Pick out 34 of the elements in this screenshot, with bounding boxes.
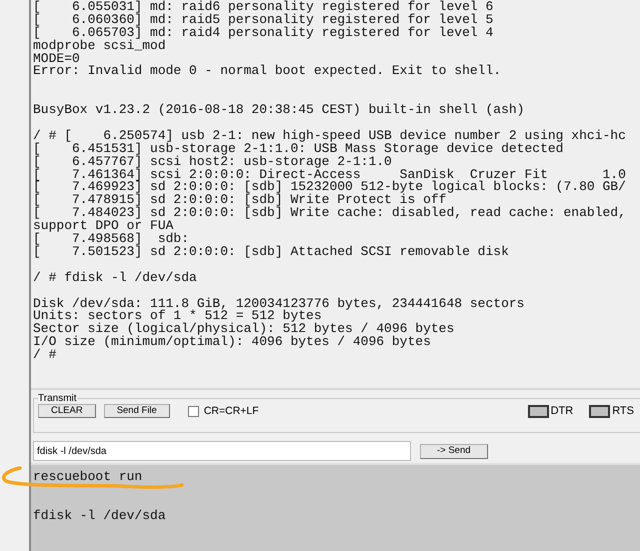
terminal-line: support DPO or FUA: [33, 220, 174, 234]
terminal-line: [ 7.498568] sdb:: [33, 233, 190, 246]
terminal-line: Disk /dev/sda: 111.8 GiB, 120034123776 bytes, 234441648 sectors: [33, 298, 526, 310]
terminal-line: / # [ 6.250574] usb 2-1: new high-speed USB device number 2 using xhci-hc: [33, 130, 627, 143]
checkbox[interactable]: [188, 406, 199, 416]
terminal-line: [ 6.065703] md: raid4 personality registered for level 4: [33, 26, 494, 40]
checkbox-label: CR=CR+LF: [204, 405, 259, 417]
command-field[interactable]: fdisk -l /dev/sda: [33, 441, 411, 461]
terminal-line: Sector size (logical/physical): 512 bytes / 4096 bytes: [33, 323, 456, 336]
terminal-line: I/O size (minimum/optimal): 4096 bytes / 4096 bytes: [33, 336, 431, 350]
terminal-line: / # fdisk -l /dev/sda: [33, 272, 198, 285]
indicator-label: RTS: [612, 405, 634, 417]
send-button[interactable]: -> Send: [420, 444, 488, 458]
terminal-line: MODE=0: [33, 52, 80, 66]
indicator-label: DTR: [550, 405, 574, 417]
history-line[interactable]: fdisk -l /dev/sda: [33, 510, 640, 523]
toolbar-button[interactable]: Send File: [104, 404, 170, 418]
terminal-line: Error: Invalid mode 0 - normal boot expected. Exit to shell.: [33, 65, 502, 78]
terminal-line: [ 7.484023] sd 2:0:0:0: [sdb] Write cache: disabled, read cache: enabled,: [33, 207, 627, 220]
terminal-line: [ 6.451531] usb-storage 2-1:1.0: USB Mass Storage device detected: [33, 142, 564, 156]
terminal-line: [ 6.060360] md: raid5 personality registered for level 5: [33, 14, 494, 27]
terminal-line: [ 7.478915] sd 2:0:0:0: [sdb] Write Protect is off: [33, 194, 446, 208]
terminal-line: Units: sectors of 1 * 512 = 512 bytes: [33, 310, 322, 324]
terminal-line: BusyBox v1.23.2 (2016-08-18 20:38:45 CEST) built-in shell (ash): [33, 104, 526, 118]
terminal-line: [ 6.055031] md: raid6 personality registered for level 6: [33, 1, 494, 14]
terminal-line: [ 7.501523] sd 2:0:0:0: [sdb] Attached SCSI removable disk: [33, 246, 510, 259]
terminal-line: [ 6.457767] scsi host2: usb-storage 2-1:1.0: [33, 156, 392, 169]
toolbar-button[interactable]: CLEAR: [38, 404, 96, 418]
history-line[interactable]: rescueboot run: [33, 471, 640, 484]
terminal-line: [ 7.461364] scsi 2:0:0:0: Direct-Access SanDisk Cruzer Fit 1.0: [33, 168, 627, 182]
group-title: Transmit: [38, 393, 77, 404]
terminal-line: [ 7.469923] sd 2:0:0:0: [sdb] 15232000 512-byte logical blocks: (7.80 GB/: [33, 181, 627, 194]
terminal-line: modprobe scsi_mod: [33, 40, 167, 53]
terminal-line: / #: [33, 349, 58, 362]
